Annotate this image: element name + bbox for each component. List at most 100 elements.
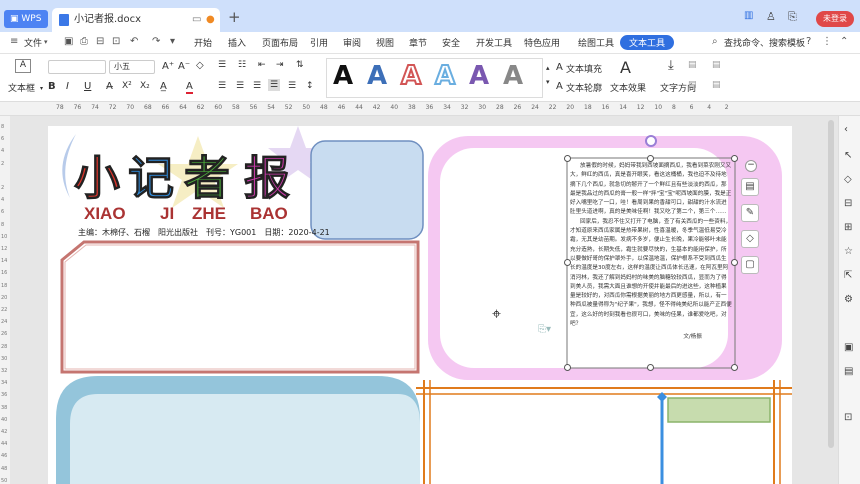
pen-edit-icon[interactable]: ✎ bbox=[741, 204, 759, 222]
align-text-middle-icon[interactable]: ▤ bbox=[712, 60, 721, 70]
document-page[interactable]: 小 记 者 报 XIAO JI ZHE BAO 主编：木棉仔、石榴 阳光出版社 … bbox=[48, 126, 792, 484]
login-button[interactable]: 未登录 bbox=[816, 11, 854, 27]
panel-shape-icon[interactable]: ◇ bbox=[844, 174, 852, 185]
wps-home-tab[interactable]: ▣ WPS bbox=[4, 10, 48, 28]
paste-options-icon[interactable]: ⎘▾ bbox=[538, 324, 551, 335]
export-icon[interactable]: ⎙ bbox=[80, 36, 88, 47]
gallery-more-icon[interactable]: ▾ bbox=[546, 78, 550, 86]
text-outline-button[interactable]: 文本轮廓 bbox=[566, 81, 602, 94]
panel-star-icon[interactable]: ☆ bbox=[844, 246, 853, 257]
text-highlight-icon[interactable]: A̲ bbox=[160, 81, 167, 92]
font-color-icon[interactable]: A bbox=[186, 81, 193, 94]
panel-bottom-icon[interactable]: ⊡ bbox=[844, 412, 852, 423]
menu-start[interactable]: 开始 bbox=[194, 36, 212, 49]
line-spacing-icon[interactable]: ↕ bbox=[306, 81, 314, 91]
textbox-icon[interactable]: A bbox=[15, 59, 31, 73]
style-red-outline-icon[interactable]: A bbox=[400, 60, 422, 92]
resize-handle-bc[interactable] bbox=[647, 364, 654, 371]
panel-format-icon[interactable]: ⊟ bbox=[844, 198, 852, 209]
hamburger-icon[interactable]: ≡ bbox=[10, 36, 18, 47]
align-text-top-icon[interactable]: ▤ bbox=[688, 60, 697, 70]
style-purple-icon[interactable]: A bbox=[469, 61, 489, 91]
superscript-icon[interactable]: X² bbox=[122, 81, 132, 91]
sort-icon[interactable]: ⇅ bbox=[296, 60, 304, 70]
style-lightblue-outline-icon[interactable]: A bbox=[434, 60, 456, 92]
numbering-icon[interactable]: ☷ bbox=[238, 60, 246, 70]
more-options-icon[interactable]: ⋮ bbox=[822, 36, 832, 47]
panel-image-icon[interactable]: ▣ bbox=[844, 342, 853, 353]
menu-page-layout[interactable]: 页面布局 bbox=[262, 36, 298, 49]
gallery-scroll-up-icon[interactable]: ▴ bbox=[546, 64, 550, 72]
text-fill-button[interactable]: 文本填充 bbox=[566, 62, 602, 75]
align-justify-icon[interactable]: ☰ bbox=[268, 79, 281, 91]
resize-handle-ml[interactable] bbox=[564, 259, 571, 266]
collapse-ribbon-icon[interactable]: ⌃ bbox=[840, 36, 848, 47]
save-icon[interactable]: ▣ bbox=[64, 36, 73, 47]
text-style-gallery[interactable]: A A A A A A bbox=[326, 58, 543, 98]
menu-view[interactable]: 视图 bbox=[376, 36, 394, 49]
textbox-label[interactable]: 文本框 bbox=[8, 81, 35, 94]
panel-resource-icon[interactable]: ⊞ bbox=[844, 222, 852, 233]
resize-handle-bl[interactable] bbox=[564, 364, 571, 371]
menu-chapter[interactable]: 章节 bbox=[409, 36, 427, 49]
menu-security[interactable]: 安全 bbox=[442, 36, 460, 49]
new-tab-button[interactable]: + bbox=[228, 8, 241, 26]
shirt-icon[interactable]: ♙ bbox=[766, 10, 776, 23]
layout-icon[interactable]: ▥ bbox=[744, 10, 753, 21]
textbox-dropdown-icon[interactable]: ▾ bbox=[40, 85, 43, 92]
menu-features[interactable]: 特色应用 bbox=[524, 36, 560, 49]
preview-icon[interactable]: ⊡ bbox=[112, 36, 120, 47]
resize-handle-tl[interactable] bbox=[564, 155, 571, 162]
vertical-scrollbar[interactable] bbox=[828, 120, 834, 448]
fill-bucket-icon[interactable]: ◇ bbox=[741, 230, 759, 248]
undo-icon[interactable]: ↶ bbox=[130, 36, 138, 47]
clear-format-icon[interactable]: ◇ bbox=[196, 60, 204, 71]
document-tab[interactable]: 小记者报.docx ▭ ● bbox=[52, 8, 220, 32]
vertical-ruler[interactable]: 8 6 4 2 2 4 6 8 10 12 14 16 18 20 22 24 26 28 30 32 34 36 38 40… bbox=[0, 116, 10, 484]
bullets-icon[interactable]: ☰ bbox=[218, 60, 226, 70]
more-icon[interactable]: ▾ bbox=[170, 36, 175, 47]
text-effect-button[interactable]: 文本效果 bbox=[610, 81, 646, 94]
resize-handle-tr[interactable] bbox=[731, 155, 738, 162]
italic-icon[interactable]: I bbox=[66, 81, 69, 92]
panel-share-icon[interactable]: ⇱ bbox=[844, 270, 852, 281]
file-menu[interactable]: 文件 bbox=[24, 36, 42, 49]
panel-select-icon[interactable]: ↖ bbox=[844, 150, 852, 161]
indent-decrease-icon[interactable]: ⇤ bbox=[258, 60, 266, 70]
horizontal-ruler[interactable]: 78 76 74 72 70 68 66 64 62 60 58 56 54 52 50 48 46 44 42 40… bbox=[0, 102, 860, 116]
style-gray-icon[interactable]: A bbox=[503, 61, 523, 91]
align-left-icon[interactable]: ☰ bbox=[218, 81, 226, 91]
underline-icon[interactable]: U bbox=[84, 81, 91, 92]
redo-icon[interactable]: ↷ bbox=[152, 36, 160, 47]
article-textbox[interactable]: 放暑假的时候，妈妈带我到西坡面摘西瓜，我看到菜农刚又又大，鲜红的西瓜，真是喜开眼… bbox=[570, 162, 732, 366]
restore-icon[interactable]: ⎘ bbox=[788, 10, 797, 24]
align-text-bottom-icon[interactable]: ▤ bbox=[688, 80, 697, 90]
subscript-icon[interactable]: X₂ bbox=[140, 81, 150, 91]
search-command[interactable]: 查找命令、搜索模板 bbox=[724, 36, 805, 49]
print-icon[interactable]: ⊟ bbox=[96, 36, 104, 47]
strikethrough-icon[interactable]: A̶ bbox=[106, 81, 113, 92]
layout-options-icon[interactable]: ▤ bbox=[741, 178, 759, 196]
font-shrink-icon[interactable]: A⁻ bbox=[178, 61, 190, 72]
indent-increase-icon[interactable]: ⇥ bbox=[276, 60, 284, 70]
font-grow-icon[interactable]: A⁺ bbox=[162, 61, 174, 72]
collapse-float-icon[interactable]: − bbox=[745, 160, 757, 172]
bold-icon[interactable]: B bbox=[48, 81, 56, 92]
panel-collapse-icon[interactable]: ‹ bbox=[844, 124, 848, 135]
align-center-icon[interactable]: ☰ bbox=[236, 81, 244, 91]
panel-document-icon[interactable]: ▤ bbox=[844, 366, 853, 377]
menu-drawing-tools[interactable]: 绘图工具 bbox=[578, 36, 614, 49]
menu-insert[interactable]: 插入 bbox=[228, 36, 246, 49]
font-size-combo[interactable]: 小五 bbox=[109, 60, 155, 74]
resize-handle-mr[interactable] bbox=[731, 259, 738, 266]
monitor-icon[interactable]: ▭ bbox=[192, 8, 201, 32]
align-right-icon[interactable]: ☰ bbox=[253, 81, 261, 91]
resize-handle-br[interactable] bbox=[731, 364, 738, 371]
menu-reference[interactable]: 引用 bbox=[310, 36, 328, 49]
border-style-icon[interactable]: ▢ bbox=[741, 256, 759, 274]
menu-review[interactable]: 审阅 bbox=[343, 36, 361, 49]
distribute-icon[interactable]: ☰ bbox=[288, 81, 296, 91]
resize-handle-tc[interactable] bbox=[647, 155, 654, 162]
style-blue-icon[interactable]: A bbox=[367, 61, 387, 91]
style-black-icon[interactable]: A bbox=[333, 61, 353, 91]
